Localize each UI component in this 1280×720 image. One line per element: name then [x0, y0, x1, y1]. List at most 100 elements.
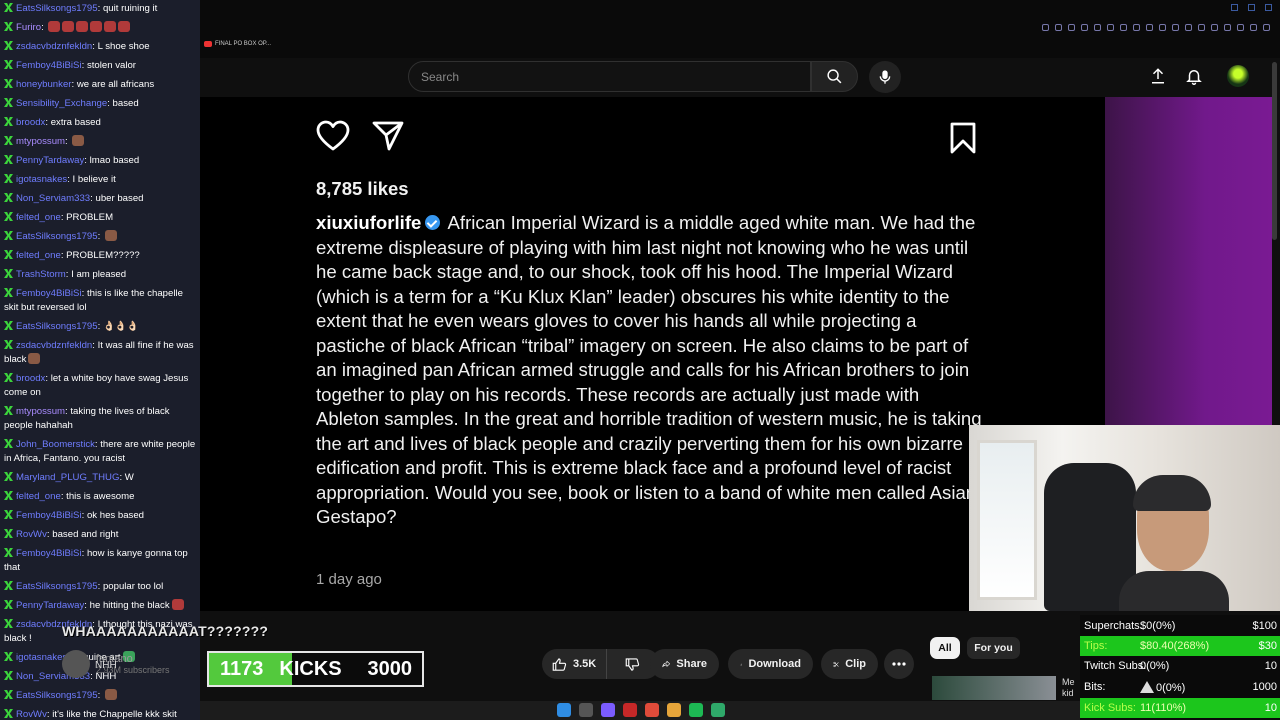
chat-message: mtypossum: taking the lives of black peo… [0, 403, 200, 436]
extension-icon[interactable] [1120, 24, 1127, 31]
chat-username[interactable]: EatsSilksongs1795 [16, 690, 98, 701]
like-button[interactable]: 3.5K [542, 649, 608, 679]
app-icon[interactable] [711, 703, 725, 717]
page-scrollbar[interactable] [1272, 62, 1277, 240]
spotify-icon[interactable] [689, 703, 703, 717]
notifications-button[interactable] [1184, 66, 1204, 86]
chat-message: EatsSilksongs1795: popular too lol [0, 578, 200, 597]
search-input[interactable] [409, 62, 810, 91]
chat-username[interactable]: TrashStorm [16, 269, 66, 280]
extension-icon[interactable] [1198, 24, 1205, 31]
chat-username[interactable]: Femboy4BiBiSi [16, 510, 82, 521]
extension-icon[interactable] [1172, 24, 1179, 31]
maximize-icon[interactable] [1248, 4, 1255, 11]
chat-username[interactable]: EatsSilksongs1795 [16, 231, 98, 242]
extension-icon[interactable] [1042, 24, 1049, 31]
chat-username[interactable]: igotasnakes [16, 174, 67, 185]
chat-username[interactable]: Femboy4BiBiSi [16, 60, 82, 71]
extension-icon[interactable] [1263, 24, 1270, 31]
chat-username[interactable]: mtypossum [16, 406, 65, 417]
voice-search-button[interactable] [869, 61, 901, 93]
stream-goal-value: 0(0%) [1140, 660, 1170, 672]
extension-icon[interactable] [1107, 24, 1114, 31]
chat-username[interactable]: Femboy4BiBiSi [16, 548, 82, 559]
folder-icon[interactable] [667, 703, 681, 717]
chat-username[interactable]: PennyTardaway [16, 155, 84, 166]
kick-badge-icon [4, 340, 13, 349]
start-icon[interactable] [557, 703, 571, 717]
extension-icon[interactable] [1068, 24, 1075, 31]
chat-username[interactable]: Furiro [16, 22, 41, 33]
extension-icon[interactable] [1133, 24, 1140, 31]
chat-username[interactable]: EatsSilksongs1795 [16, 581, 98, 592]
browser-tab[interactable]: FINAL PO BOX OP... [204, 41, 271, 47]
chat-username[interactable]: felted_one [16, 250, 61, 261]
chat-text: it's like the Chappelle kkk skit [52, 709, 177, 720]
chat-text: ok hes based [86, 510, 145, 521]
account-avatar[interactable] [1227, 65, 1249, 87]
chat-username[interactable]: RovWv [16, 529, 47, 540]
extension-icon[interactable] [1094, 24, 1101, 31]
chat-username[interactable]: honeybunker [16, 79, 71, 90]
upload-button[interactable] [1148, 66, 1168, 86]
extension-icon[interactable] [1237, 24, 1244, 31]
chat-username[interactable]: zsdacvbdznfekldn [16, 41, 92, 52]
chat-message: Femboy4BiBiSi: ok hes based [0, 507, 200, 526]
extension-icon[interactable] [1224, 24, 1231, 31]
caption-text: African Imperial Wizard is a middle aged… [316, 212, 982, 527]
stream-goal-value: $0(0%) [1140, 620, 1176, 632]
download-button[interactable]: Download [728, 649, 813, 679]
chat-username[interactable]: PennyTardaway [16, 600, 84, 611]
stream-goals-panel: Superchats: $0(0%) $100 Tips: $80.40(268%) $3… [1080, 615, 1280, 720]
chat-username[interactable]: Non_Serviam333 [16, 193, 90, 204]
chat-username[interactable]: broodx [16, 117, 45, 128]
dislike-button[interactable] [613, 649, 652, 679]
verified-badge-icon [425, 215, 441, 230]
filter-chip-all[interactable]: All [930, 637, 960, 659]
extension-icon[interactable] [1250, 24, 1257, 31]
chat-username[interactable]: Maryland_PLUG_THUG [16, 472, 119, 483]
kicks-goal-bar: 1173 KICKS 3000 [207, 651, 424, 687]
search-button[interactable] [811, 61, 858, 92]
chat-emote-icon [104, 21, 117, 32]
bell-icon [1186, 70, 1202, 85]
taskbar-search-icon[interactable] [579, 703, 593, 717]
minimize-icon[interactable] [1231, 4, 1238, 11]
upload-icon [1152, 68, 1164, 84]
chat-username[interactable]: John_Boomerstick [16, 439, 95, 450]
chat-username[interactable]: zsdacvbdznfekldn [16, 340, 92, 351]
recommended-video-thumbnail[interactable] [932, 676, 1056, 700]
chat-username[interactable]: RovWv [16, 709, 47, 720]
kick-badge-icon [4, 79, 13, 88]
chat-username[interactable]: EatsSilksongs1795 [16, 321, 98, 332]
chat-username[interactable]: mtypossum [16, 136, 65, 147]
chat-username[interactable]: Femboy4BiBiSi [16, 288, 82, 299]
extension-icon[interactable] [1055, 24, 1062, 31]
extension-icon[interactable] [1211, 24, 1218, 31]
chat-username[interactable]: broodx [16, 373, 45, 384]
chat-username[interactable]: igotasnakes [16, 652, 67, 663]
filter-chip-for-you[interactable]: For you [967, 637, 1020, 659]
chat-username[interactable]: EatsSilksongs1795 [16, 3, 98, 14]
extension-icon[interactable] [1185, 24, 1192, 31]
extension-icon[interactable] [1159, 24, 1166, 31]
close-icon[interactable] [1265, 4, 1272, 11]
kick-badge-icon [4, 652, 13, 661]
clip-button[interactable]: Clip [821, 649, 878, 679]
chat-username[interactable]: Sensibility_Exchange [16, 98, 107, 109]
recommended-video-text[interactable]: Me kid [1062, 677, 1075, 699]
chat-username[interactable]: felted_one [16, 212, 61, 223]
share-button[interactable]: Share [650, 649, 719, 679]
chat-text: lmao based [89, 155, 140, 166]
extension-icon[interactable] [1081, 24, 1088, 31]
chat-username[interactable]: felted_one [16, 491, 61, 502]
extension-icon[interactable] [1146, 24, 1153, 31]
channel-avatar[interactable] [62, 650, 90, 678]
chat-message: felted_one: PROBLEM????? [0, 247, 200, 266]
kick-badge-icon [4, 581, 13, 590]
chrome-icon[interactable] [645, 703, 659, 717]
thumbs-up-icon [552, 657, 567, 671]
app-icon[interactable] [623, 703, 637, 717]
more-actions-button[interactable] [884, 649, 914, 679]
discord-icon[interactable] [601, 703, 615, 717]
